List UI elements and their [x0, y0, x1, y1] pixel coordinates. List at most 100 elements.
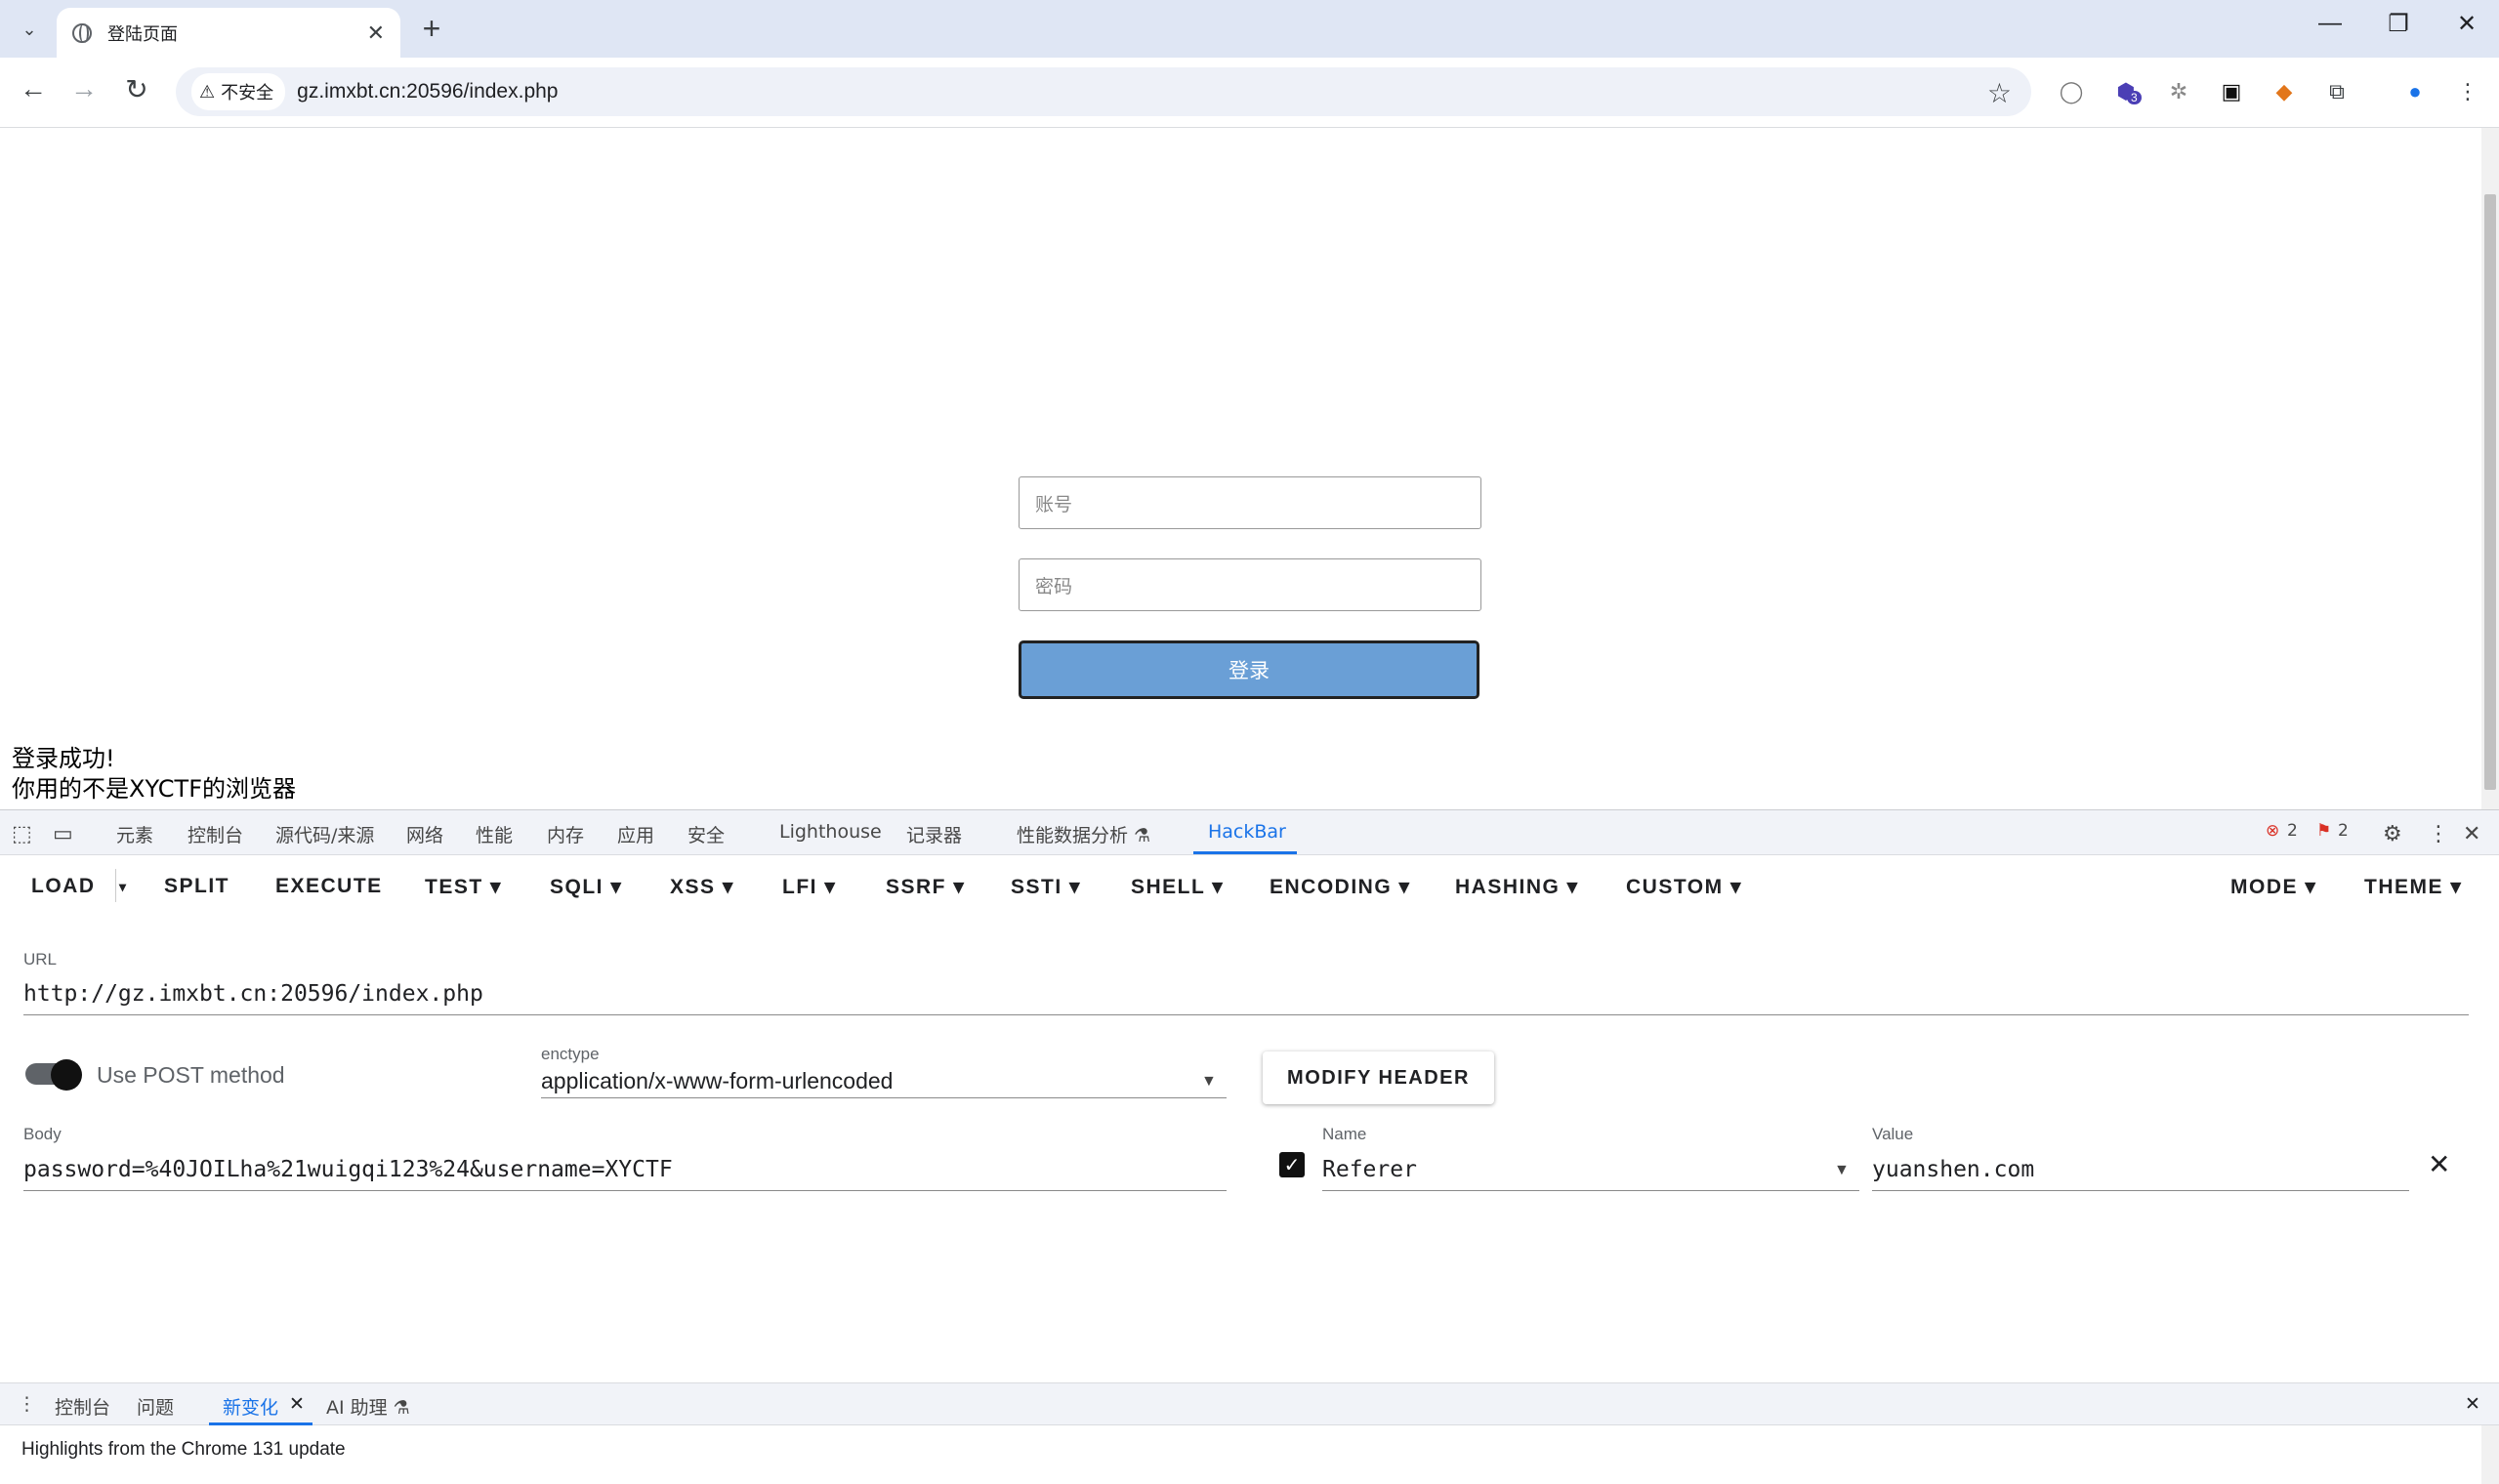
profile-avatar-icon[interactable]: ● [2400, 77, 2430, 106]
modify-header-button[interactable]: MODIFY HEADER [1263, 1051, 1494, 1104]
page-scrollbar[interactable] [2481, 128, 2499, 809]
devtools-tab-performance[interactable]: 性能 [476, 821, 513, 847]
hackbar-ssti-menu[interactable]: SSTI ▾ [1011, 875, 1081, 899]
hackbar-mode-menu[interactable]: MODE ▾ [2230, 875, 2316, 899]
devtools-tab-application[interactable]: 应用 [617, 821, 654, 847]
header-name-label: Name [1322, 1125, 1367, 1143]
hackbar-hashing-menu[interactable]: HASHING ▾ [1455, 875, 1579, 899]
tab-title: 登陆页面 [107, 23, 178, 44]
error-count[interactable]: 2 [2287, 821, 2298, 841]
devtools-tab-hackbar[interactable]: HackBar [1208, 821, 1286, 843]
minimize-icon[interactable]: — [2301, 10, 2359, 37]
header-value-field[interactable]: yuanshen.com [1872, 1157, 2034, 1182]
load-dropdown-arrow-icon[interactable]: ▾ [119, 879, 128, 895]
header-enabled-checkbox[interactable]: ✓ [1279, 1152, 1305, 1177]
extension-circle-icon[interactable]: ◯ [2057, 77, 2086, 106]
close-window-icon[interactable]: ✕ [2437, 10, 2496, 38]
hackbar-sqli-menu[interactable]: SQLI ▾ [550, 875, 622, 899]
drawer-menu-icon[interactable]: ⋮ [18, 1393, 36, 1415]
hackbar-lfi-menu[interactable]: LFI ▾ [782, 875, 836, 899]
devtools-tab-security[interactable]: 安全 [687, 821, 725, 847]
devtools-tab-network[interactable]: 网络 [406, 821, 443, 847]
drawer-tab-close-icon[interactable]: ✕ [289, 1393, 305, 1415]
extension-mask-icon[interactable]: ▣ [2217, 77, 2246, 106]
hackbar-shell-menu[interactable]: SHELL ▾ [1131, 875, 1224, 899]
enctype-select[interactable]: application/x-www-form-urlencoded [541, 1068, 893, 1094]
device-toolbar-icon[interactable]: ▭ [53, 821, 73, 846]
url-field[interactable]: http://gz.imxbt.cn:20596/index.php [23, 981, 483, 1007]
devtools-tab-elements[interactable]: 元素 [116, 821, 153, 847]
address-text[interactable]: gz.imxbt.cn:20596/index.php [297, 80, 558, 103]
bookmark-star-icon[interactable]: ☆ [1987, 77, 2012, 109]
extension-badge-icon[interactable]: ⬢ 3 [2111, 77, 2142, 106]
hackbar-load-button[interactable]: LOAD [31, 875, 96, 898]
post-toggle-knob[interactable] [51, 1059, 82, 1091]
drawer-tab-whats-new[interactable]: 新变化 [223, 1393, 278, 1420]
address-bar[interactable]: ⚠ 不安全 gz.imxbt.cn:20596/index.php ☆ [176, 67, 2031, 116]
drawer-tab-console[interactable]: 控制台 [55, 1393, 110, 1420]
forward-arrow-icon[interactable]: → [64, 73, 104, 104]
inspect-element-icon[interactable]: ⬚ [12, 821, 32, 846]
issue-count[interactable]: 2 [2338, 821, 2349, 841]
header-name-dropdown-arrow-icon[interactable]: ▼ [1834, 1162, 1850, 1179]
devtools-settings-gear-icon[interactable]: ⚙ [2383, 821, 2402, 846]
header-value-underline [1872, 1190, 2409, 1191]
header-value-label: Value [1872, 1125, 1914, 1143]
devtools-tab-console[interactable]: 控制台 [187, 821, 243, 847]
devtools-close-icon[interactable]: ✕ [2463, 821, 2480, 846]
back-arrow-icon[interactable]: ← [14, 73, 53, 104]
url-field-label: URL [23, 950, 58, 969]
page-scrollbar-thumb[interactable] [2484, 194, 2496, 790]
header-name-field[interactable]: Referer [1322, 1157, 1417, 1182]
extensions-puzzle-icon[interactable]: ⧉ [2322, 77, 2352, 106]
devtools-tab-performance-insights[interactable]: 性能数据分析 ⚗ [1017, 821, 1150, 847]
devtools-tab-bar: ⬚ ▭ 元素 控制台 源代码/来源 网络 性能 内存 应用 安全 Lightho… [0, 810, 2499, 855]
devtools-tab-sources[interactable]: 源代码/来源 [275, 821, 374, 847]
tab-search-chevron-icon[interactable]: ⌄ [14, 14, 45, 45]
hackbar-xss-menu[interactable]: XSS ▾ [670, 875, 734, 899]
hackbar-test-menu[interactable]: TEST ▾ [425, 875, 502, 899]
load-split-divider [115, 869, 116, 902]
drawer-active-indicator [209, 1422, 312, 1425]
hackbar-theme-menu[interactable]: THEME ▾ [2364, 875, 2462, 899]
username-input[interactable]: 账号 [1019, 476, 1481, 529]
hackbar-ssrf-menu[interactable]: SSRF ▾ [886, 875, 965, 899]
hackbar-custom-menu[interactable]: CUSTOM ▾ [1626, 875, 1742, 899]
hackbar-split-button[interactable]: SPLIT [164, 875, 229, 898]
issue-flag-icon[interactable]: ⚑ [2316, 821, 2331, 841]
header-name-underline [1322, 1190, 1859, 1191]
tab-strip: ⌄ 登陆页面 ✕ + — ❐ ✕ [0, 0, 2499, 58]
extension-gear-icon[interactable]: ✲ [2164, 77, 2193, 106]
hackbar-encoding-menu[interactable]: ENCODING ▾ [1270, 875, 1411, 899]
page-viewport: 账号 密码 登录 登录成功! 你用的不是XYCTF的浏览器 [0, 128, 2499, 809]
devtools-tab-lighthouse[interactable]: Lighthouse [779, 821, 882, 843]
globe-icon [72, 22, 92, 43]
browser-menu-icon[interactable]: ⋮ [2453, 77, 2482, 106]
restore-icon[interactable]: ❐ [2369, 10, 2428, 38]
devtools-menu-icon[interactable]: ⋮ [2428, 821, 2449, 846]
browser-tab[interactable]: 登陆页面 ✕ [57, 8, 400, 58]
drawer-close-icon[interactable]: ✕ [2465, 1393, 2480, 1415]
security-chip[interactable]: ⚠ 不安全 [191, 73, 286, 110]
password-input[interactable]: 密码 [1019, 558, 1481, 611]
remove-header-icon[interactable]: ✕ [2428, 1148, 2450, 1180]
drawer-scrollbar[interactable] [2481, 1425, 2499, 1484]
drawer-tab-issues[interactable]: 问题 [137, 1393, 174, 1420]
tab-close-icon[interactable]: ✕ [367, 21, 385, 46]
enctype-dropdown-arrow-icon[interactable]: ▼ [1201, 1073, 1217, 1091]
body-field[interactable]: password=%40JOILha%21wuigqi123%24&userna… [23, 1157, 673, 1182]
url-field-underline [23, 1014, 2469, 1015]
active-tab-indicator [1193, 851, 1297, 854]
login-button[interactable]: 登录 [1019, 640, 1479, 699]
devtools-tab-memory[interactable]: 内存 [547, 821, 584, 847]
result-browser-text: 你用的不是XYCTF的浏览器 [12, 775, 297, 803]
drawer-tab-ai-assistant[interactable]: AI 助理 ⚗ [326, 1393, 410, 1420]
hackbar-execute-button[interactable]: EXECUTE [275, 875, 383, 898]
reload-icon[interactable]: ↻ [117, 73, 156, 105]
browser-toolbar: ← → ↻ ⚠ 不安全 gz.imxbt.cn:20596/index.php … [0, 58, 2499, 128]
error-icon[interactable]: ⊗ [2266, 821, 2279, 841]
devtools-tab-recorder[interactable]: 记录器 [906, 821, 962, 847]
metamask-fox-icon[interactable]: ◆ [2270, 77, 2299, 106]
enctype-label: enctype [541, 1045, 600, 1063]
new-tab-icon[interactable]: + [414, 12, 449, 45]
